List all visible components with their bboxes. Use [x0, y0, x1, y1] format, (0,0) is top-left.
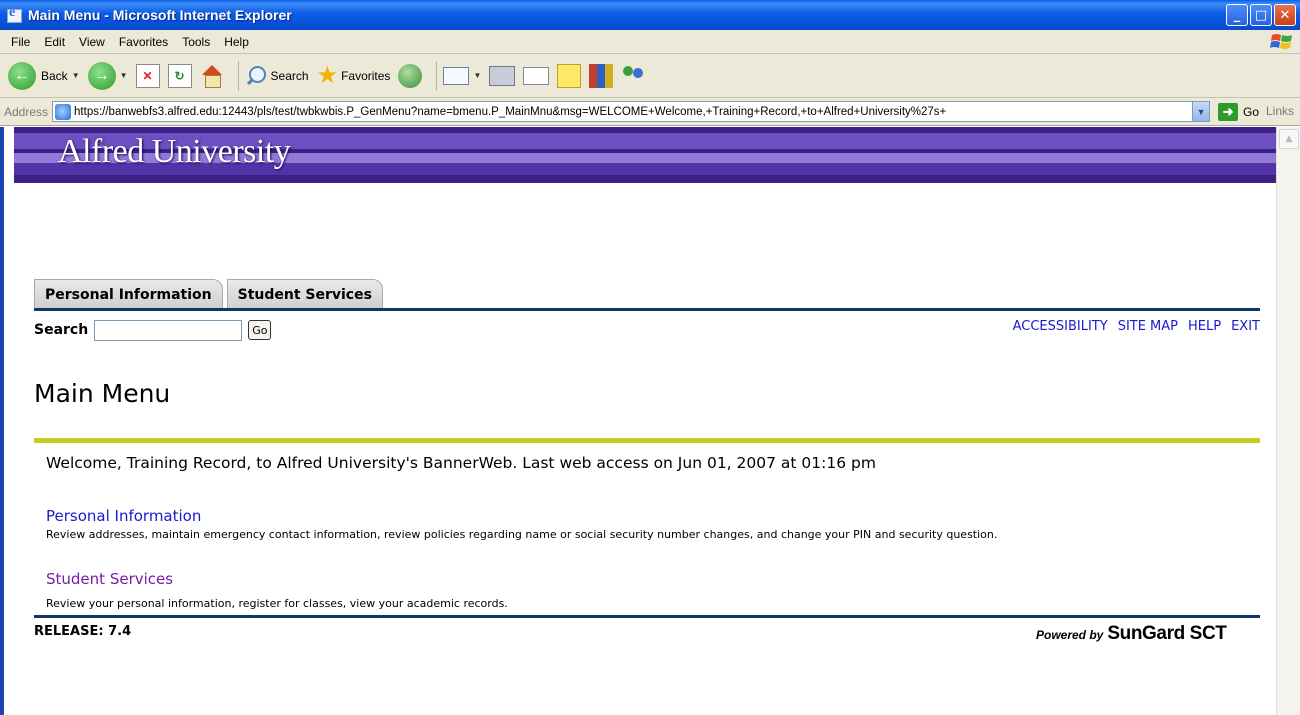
research-books-icon [589, 63, 614, 88]
accessibility-link[interactable]: ACCESSIBILITY [1013, 319, 1108, 334]
search-bar: Search Go ACCESSIBILITY SITE MAP HELP EX… [34, 317, 1260, 343]
menu-file[interactable]: File [4, 35, 37, 49]
back-label: Back [41, 68, 68, 83]
home-icon [200, 64, 224, 88]
back-button[interactable]: ← Back ▼ [8, 61, 80, 90]
powered-by-logo: Powered by SunGard SCT [1036, 623, 1227, 645]
note-icon [557, 63, 582, 88]
menu-favorites[interactable]: Favorites [112, 35, 175, 49]
refresh-icon: ↻ [167, 63, 192, 88]
stop-icon: ✕ [135, 63, 160, 88]
go-label: Go [1243, 104, 1260, 119]
scroll-up-icon[interactable]: ▲ [1279, 129, 1299, 149]
address-bar: Address https://banwebfs3.alfred.edu:124… [0, 98, 1300, 126]
toolbar-separator [436, 60, 438, 91]
stop-button[interactable]: ✕ [135, 63, 160, 88]
search-button[interactable]: Search [245, 65, 309, 87]
back-arrow-icon: ← [8, 61, 36, 90]
tab-student-services[interactable]: Student Services [226, 279, 383, 309]
search-go-button[interactable]: Go [248, 320, 272, 340]
search-label: Search [270, 68, 309, 83]
window-titlebar: Main Menu - Microsoft Internet Explorer … [0, 0, 1300, 30]
site-map-link[interactable]: SITE MAP [1118, 319, 1178, 334]
menu-description-student-services: Review your personal information, regist… [46, 597, 508, 610]
favorites-button[interactable]: ★ Favorites [316, 61, 391, 89]
sungard-logo: SunGard SCT [1107, 623, 1227, 644]
menu-help[interactable]: Help [217, 35, 256, 49]
window-title: Main Menu - Microsoft Internet Explorer [28, 7, 292, 23]
web-page: Alfred University Personal Information S… [14, 127, 1280, 715]
refresh-button[interactable]: ↻ [167, 63, 192, 88]
search-icon [245, 65, 267, 87]
forward-arrow-icon: → [87, 61, 116, 90]
forward-button[interactable]: → ▼ [87, 61, 128, 90]
welcome-message: Welcome, Training Record, to Alfred Univ… [46, 454, 876, 472]
close-button[interactable]: ✕ [1274, 4, 1296, 26]
forward-dropdown-icon[interactable]: ▼ [120, 71, 128, 80]
star-icon: ★ [316, 61, 339, 89]
banner-title: Alfred University [58, 133, 291, 170]
vertical-scrollbar[interactable]: ▲ [1276, 127, 1300, 715]
release-version: RELEASE: 7.4 [34, 624, 132, 639]
minimize-button[interactable]: _ [1226, 4, 1248, 26]
history-icon [398, 63, 423, 88]
research-button[interactable] [589, 63, 614, 88]
footer-divider [34, 615, 1260, 618]
title-divider [34, 438, 1260, 443]
toolbar-separator [237, 60, 239, 91]
university-banner: Alfred University [14, 127, 1280, 211]
address-url[interactable]: https://banwebfs3.alfred.edu:12443/pls/t… [74, 106, 1192, 118]
exit-link[interactable]: EXIT [1231, 319, 1260, 334]
search-field-label: Search [34, 322, 89, 338]
messenger-icon [621, 64, 647, 88]
browser-viewport: Alfred University Personal Information S… [0, 127, 1300, 715]
page-title: Main Menu [34, 379, 171, 408]
home-button[interactable] [200, 64, 224, 88]
address-field[interactable]: https://banwebfs3.alfred.edu:12443/pls/t… [52, 101, 1211, 122]
favorites-label: Favorites [341, 68, 391, 83]
mail-dropdown-icon[interactable]: ▼ [473, 71, 481, 80]
links-toolbar[interactable]: Links [1266, 104, 1294, 118]
powered-by-label: Powered by [1036, 628, 1104, 642]
mail-button[interactable]: ▼ [443, 66, 481, 85]
history-button[interactable] [398, 63, 423, 88]
print-button[interactable] [489, 65, 516, 86]
go-arrow-icon: ➜ [1218, 102, 1239, 121]
page-icon [55, 103, 72, 120]
maximize-button[interactable]: □ [1250, 4, 1272, 26]
messenger-button[interactable] [621, 64, 647, 88]
menu-edit[interactable]: Edit [37, 35, 72, 49]
menu-bar: File Edit View Favorites Tools Help [0, 30, 1300, 54]
back-dropdown-icon[interactable]: ▼ [72, 71, 80, 80]
menu-description-personal-information: Review addresses, maintain emergency con… [46, 528, 998, 541]
menu-tools[interactable]: Tools [175, 35, 217, 49]
menu-view[interactable]: View [72, 35, 112, 49]
ie-icon [6, 5, 22, 23]
help-link[interactable]: HELP [1188, 319, 1221, 334]
discuss-button[interactable] [557, 63, 582, 88]
edit-button[interactable] [523, 66, 550, 85]
search-input[interactable] [94, 319, 243, 341]
tab-divider [34, 308, 1260, 311]
tab-personal-information[interactable]: Personal Information [34, 279, 223, 309]
menu-link-personal-information[interactable]: Personal Information [46, 507, 201, 525]
windows-logo-icon [1270, 34, 1292, 49]
utility-links: ACCESSIBILITY SITE MAP HELP EXIT [1013, 319, 1260, 334]
printer-icon [489, 65, 516, 86]
address-dropdown-icon[interactable]: ▼ [1192, 102, 1210, 121]
main-tabs: Personal Information Student Services [34, 277, 387, 309]
go-button[interactable]: ➜ Go [1218, 102, 1260, 121]
browser-toolbar: ← Back ▼ → ▼ ✕ ↻ Search ★ Favorites ▼ [0, 54, 1300, 98]
address-label: Address [4, 104, 49, 119]
edit-icon [523, 66, 550, 85]
window-controls: _ □ ✕ [1226, 4, 1296, 26]
mail-icon [443, 66, 470, 85]
menu-link-student-services[interactable]: Student Services [46, 570, 173, 588]
